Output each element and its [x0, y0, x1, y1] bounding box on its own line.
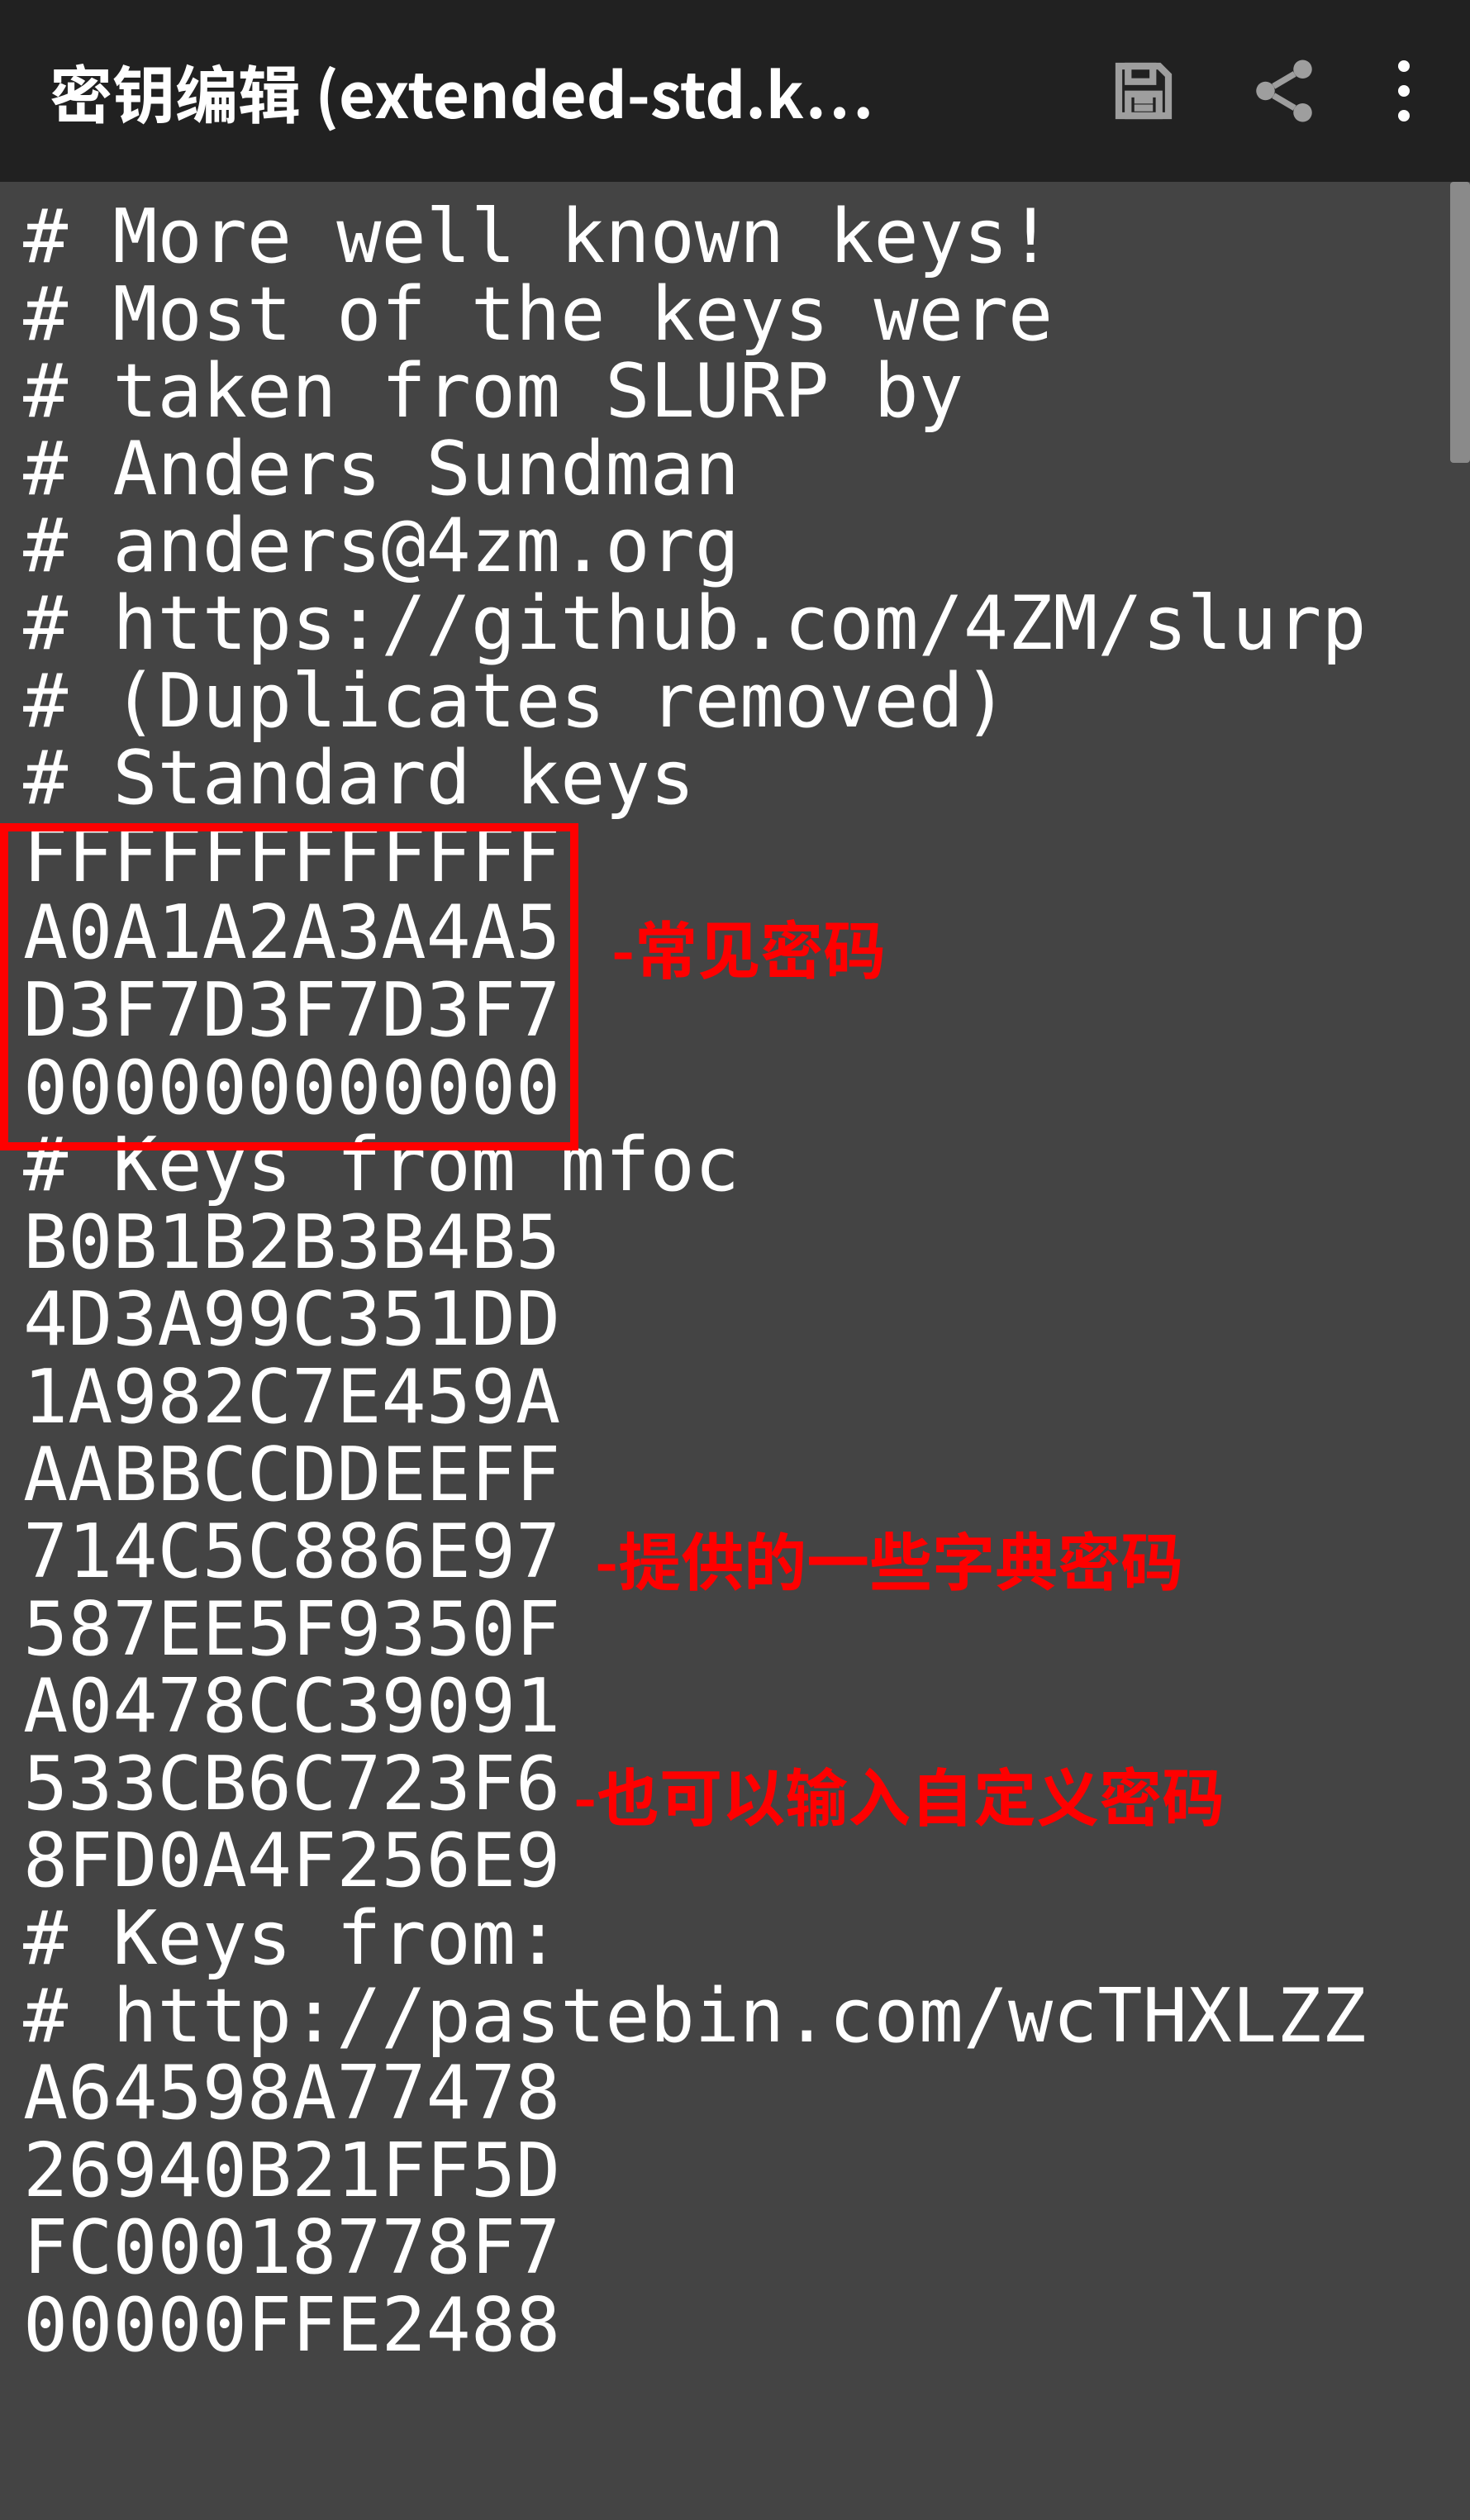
key-file-text[interactable]: # More well known keys! # Most of the ke… [23, 198, 1462, 2365]
editor-viewport: # More well known keys! # Most of the ke… [0, 182, 1470, 2520]
app-toolbar: 密钥编辑 (extended-std.k… [0, 0, 1470, 182]
toolbar-actions [1106, 54, 1420, 128]
annotation-common-passwords: -常见密码 [611, 901, 886, 992]
share-icon[interactable] [1247, 54, 1321, 128]
page-title: 密钥编辑 (extended-std.k… [50, 45, 1073, 136]
overflow-menu-icon[interactable] [1387, 54, 1420, 128]
save-icon[interactable] [1106, 54, 1181, 128]
scrollbar-thumb[interactable] [1450, 182, 1470, 463]
annotation-custom-passwords: -也可以输入自定义密码 [573, 1748, 1225, 1839]
app-root: 密钥编辑 (extended-std.k… [0, 0, 1470, 2520]
annotation-dictionary-passwords: -提供的一些字典密码 [595, 1512, 1183, 1603]
